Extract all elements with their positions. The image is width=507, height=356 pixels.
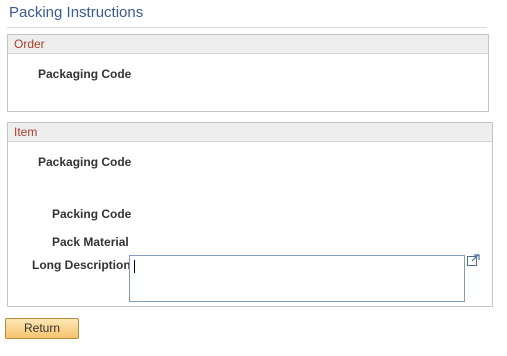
- pack-material-label: Pack Material: [52, 235, 129, 249]
- packing-instructions-page: Packing Instructions Order Packaging Cod…: [0, 0, 507, 356]
- page-title: Packing Instructions: [9, 4, 144, 21]
- long-description-field[interactable]: [129, 255, 465, 302]
- packing-code-label: Packing Code: [52, 207, 132, 221]
- title-divider: [7, 27, 487, 28]
- order-packaging-code-label: Packaging Code: [38, 67, 132, 81]
- text-cursor: [134, 260, 135, 273]
- order-section: Order Packaging Code: [7, 34, 489, 112]
- item-packaging-code-label: Packaging Code: [38, 155, 132, 169]
- item-section: Item Packaging Code Packing Code Pack Ma…: [7, 122, 493, 307]
- expand-textarea-icon[interactable]: [467, 254, 480, 266]
- item-section-header: Item: [8, 123, 492, 142]
- long-description-label: Long Description: [32, 258, 131, 272]
- return-button[interactable]: Return: [5, 318, 79, 339]
- order-section-header: Order: [8, 35, 488, 54]
